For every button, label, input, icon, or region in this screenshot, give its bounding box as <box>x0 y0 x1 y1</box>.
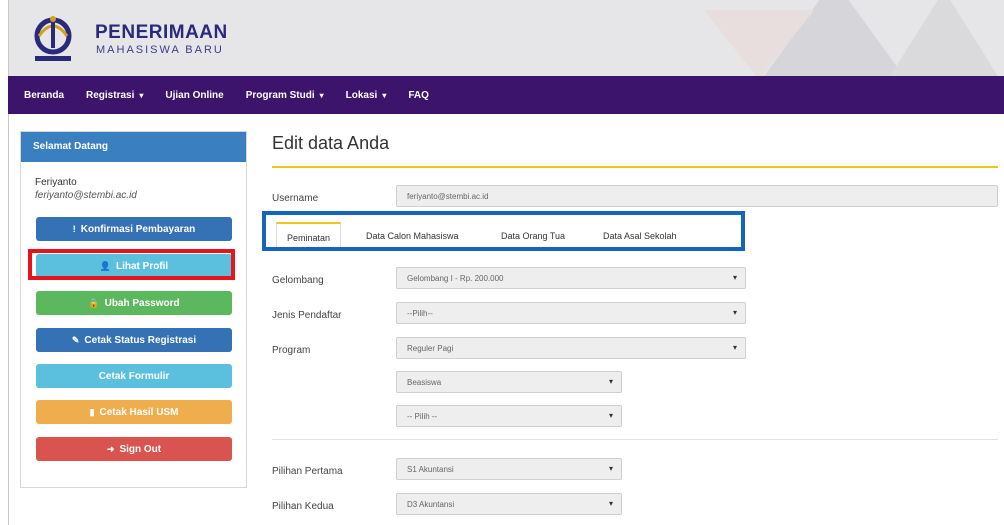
nav-item-faq[interactable]: FAQ <box>408 90 429 101</box>
jenis-pendaftar-select[interactable]: --Pilih-- ▾ <box>396 302 746 324</box>
highlight-box-blue <box>262 211 745 251</box>
user-email: feriyanto@stembi.ac.id <box>35 190 137 201</box>
ubah-password-button[interactable]: 🔒 Ubah Password <box>36 291 232 315</box>
sign-out-icon: ➜ <box>106 443 115 454</box>
site-header: PENERIMAAN MAHASISWA BARU <box>8 0 1004 76</box>
username-label: Username <box>272 193 319 204</box>
sidebar-panel: Selamat Datang Feriyanto feriyanto@stemb… <box>20 131 247 488</box>
university-logo-icon[interactable] <box>29 14 77 64</box>
konfirmasi-pembayaran-button[interactable]: ! Konfirmasi Pembayaran <box>36 217 232 241</box>
chevron-down-icon: ▾ <box>139 90 144 100</box>
page-title: Edit data Anda <box>272 133 390 153</box>
header-decoration <box>884 0 1004 76</box>
section-divider <box>272 439 998 440</box>
program-label: Program <box>272 345 311 356</box>
pilihan-kedua-select[interactable]: D3 Akuntansi ▾ <box>396 493 622 515</box>
page-border <box>8 114 9 525</box>
main-navbar: Beranda Registrasi ▾ Ujian Online Program… <box>8 76 1004 114</box>
brand-title: PENERIMAAN <box>95 22 228 43</box>
sub-pilihan-select[interactable]: -- Pilih -- ▾ <box>396 405 622 427</box>
nav-item-registrasi[interactable]: Registrasi ▾ <box>86 90 143 101</box>
program-select[interactable]: Reguler Pagi ▾ <box>396 337 746 359</box>
user-name: Feriyanto <box>35 177 77 188</box>
chevron-down-icon: ▾ <box>608 411 613 420</box>
beasiswa-select[interactable]: Beasiswa ▾ <box>396 371 622 393</box>
gelombang-label: Gelombang <box>272 275 324 286</box>
chevron-down-icon: ▾ <box>732 343 737 352</box>
chevron-down-icon: ▾ <box>382 90 387 100</box>
chevron-down-icon: ▾ <box>608 499 613 508</box>
pilihan-kedua-label: Pilihan Kedua <box>272 501 334 512</box>
cetak-hasil-usm-button[interactable]: ▮ Cetak Hasil USM <box>36 400 232 424</box>
sign-out-button[interactable]: ➜ Sign Out <box>36 437 232 461</box>
header-decoration <box>704 10 814 76</box>
title-divider <box>272 166 998 168</box>
pilihan-pertama-select[interactable]: S1 Akuntansi ▾ <box>396 458 622 480</box>
exclamation-icon: ! <box>72 224 76 234</box>
chevron-down-icon: ▾ <box>608 377 613 386</box>
chevron-down-icon: ▾ <box>732 308 737 317</box>
chevron-down-icon: ▾ <box>732 273 737 282</box>
edit-icon: ✎ <box>71 334 80 345</box>
lock-icon: 🔒 <box>88 297 100 308</box>
username-field[interactable]: feriyanto@stembi.ac.id <box>396 185 998 207</box>
sidebar-heading: Selamat Datang <box>21 132 246 162</box>
highlight-box-red <box>28 249 235 280</box>
nav-item-lokasi[interactable]: Lokasi ▾ <box>346 90 387 101</box>
gelombang-select[interactable]: Gelombang I - Rp. 200.000 ▾ <box>396 267 746 289</box>
file-icon: ▮ <box>89 406 95 417</box>
nav-item-ujian-online[interactable]: Ujian Online <box>165 90 223 101</box>
nav-item-beranda[interactable]: Beranda <box>24 90 64 101</box>
cetak-status-registrasi-button[interactable]: ✎ Cetak Status Registrasi <box>36 328 232 352</box>
nav-item-program-studi[interactable]: Program Studi ▾ <box>246 90 324 101</box>
pilihan-pertama-label: Pilihan Pertama <box>272 466 343 477</box>
chevron-down-icon: ▾ <box>319 90 324 100</box>
cetak-formulir-button[interactable]: Cetak Formulir <box>36 364 232 388</box>
brand-subtitle: MAHASISWA BARU <box>96 44 224 56</box>
chevron-down-icon: ▾ <box>608 464 613 473</box>
jenis-pendaftar-label: Jenis Pendaftar <box>272 310 342 321</box>
